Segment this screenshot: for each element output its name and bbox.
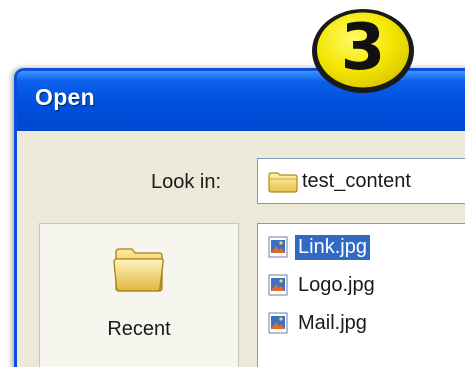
places-item-recent[interactable]: Recent — [40, 224, 238, 367]
jpg-file-icon — [268, 274, 288, 296]
file-list: Link.jpg Logo.jpg Mail.jpg — [257, 223, 465, 367]
file-name: Logo.jpg — [298, 273, 375, 296]
recent-folder-icon — [112, 244, 166, 299]
file-item-logo[interactable]: Logo.jpg — [266, 270, 378, 300]
jpg-file-icon — [268, 312, 288, 334]
file-item-mail[interactable]: Mail.jpg — [266, 308, 370, 338]
step-badge: 3 — [309, 4, 417, 96]
file-item-link[interactable]: Link.jpg — [266, 232, 370, 262]
file-name: Mail.jpg — [298, 311, 367, 334]
open-dialog: Open Look in: test_content Recent Link.j… — [14, 68, 465, 367]
look-in-label: Look in: — [151, 171, 222, 193]
look-in-value: test_content — [302, 170, 411, 192]
places-bar: Recent — [39, 223, 239, 367]
folder-icon — [268, 171, 298, 198]
file-name: Link.jpg — [295, 234, 370, 260]
dialog-title: Open — [35, 84, 95, 110]
screenshot-root: Open Look in: test_content Recent Link.j… — [0, 0, 465, 367]
look-in-dropdown[interactable]: test_content — [257, 158, 465, 204]
step-number: 3 — [340, 11, 386, 85]
jpg-file-icon — [268, 236, 288, 258]
recent-label: Recent — [107, 318, 171, 340]
